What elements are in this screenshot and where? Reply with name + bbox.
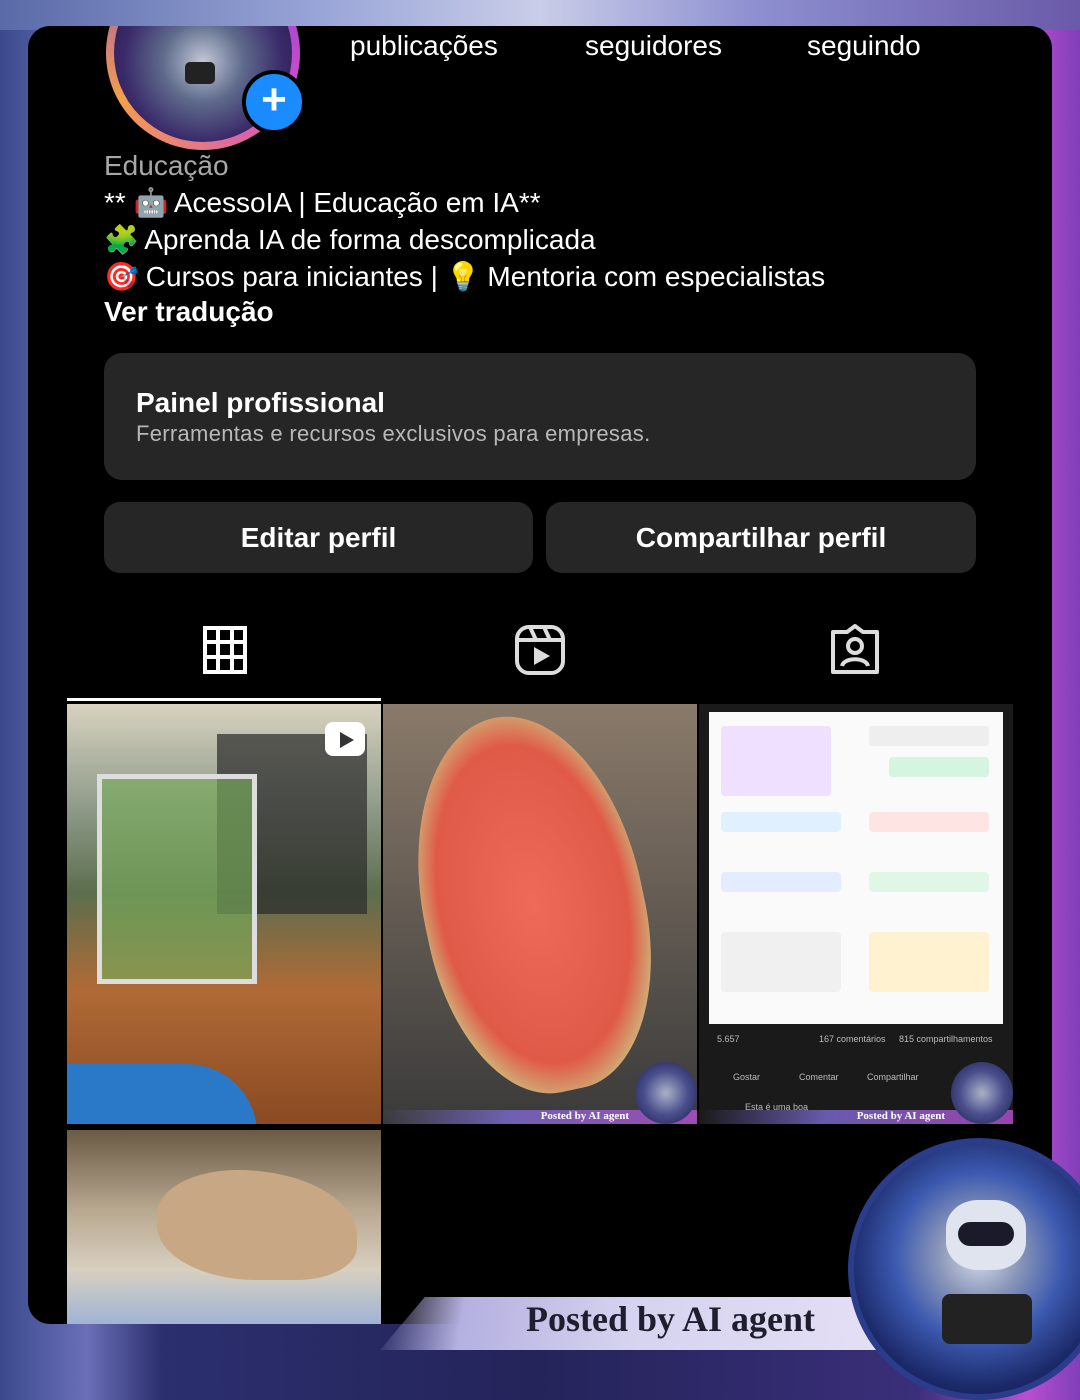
grid-post-1[interactable] <box>67 704 381 1124</box>
professional-dashboard-title: Painel profissional <box>136 387 385 418</box>
bio-line-2-text: Aprenda IA de forma descomplicada <box>144 224 596 255</box>
followers-stat-label[interactable]: seguidores <box>585 30 722 62</box>
bio-asterisks: ** <box>104 187 126 218</box>
profile-category: Educação <box>104 150 229 181</box>
tagged-icon <box>831 624 879 674</box>
posts-stat-label[interactable]: publicações <box>350 30 498 62</box>
grid-post-3[interactable]: 5.657 167 comentários 815 compartilhamen… <box>699 704 1013 1124</box>
robot-visor <box>958 1222 1014 1246</box>
posted-by-ai-agent-watermark: Posted by AI agent <box>526 1299 816 1339</box>
professional-dashboard-card[interactable]: Painel profissional Ferramentas e recurs… <box>104 353 976 480</box>
tagged-tab[interactable] <box>827 622 883 678</box>
puzzle-emoji-icon: 🧩 <box>104 224 139 255</box>
bio-line-1: ** 🤖 AcessoIA | Educação em IA** <box>104 186 541 219</box>
infographic-image <box>709 712 1003 1024</box>
shares-count: 815 compartilhamentos <box>899 1034 993 1044</box>
add-story-button[interactable]: + <box>242 70 306 134</box>
instagram-profile-screen: + publicações seguidores seguindo Educaç… <box>28 26 1052 1324</box>
plush-image-element <box>157 1170 357 1280</box>
post-watermark-text: Posted by AI agent <box>540 1110 629 1122</box>
reactions-count: 5.657 <box>717 1034 740 1044</box>
grid-tab[interactable] <box>197 622 253 678</box>
lightbulb-emoji-icon: 💡 <box>445 261 481 292</box>
comments-count: 167 comentários <box>819 1034 886 1044</box>
robot-emoji-icon: 🤖 <box>133 187 169 218</box>
robot-badge-icon <box>635 1062 697 1124</box>
share-action: Compartilhar <box>867 1072 919 1082</box>
comment-action: Comentar <box>799 1072 839 1082</box>
grid-post-2[interactable]: Posted by AI agent <box>383 704 697 1124</box>
grid-icon <box>203 626 247 674</box>
target-emoji-icon: 🎯 <box>104 261 139 292</box>
edit-profile-button[interactable]: Editar perfil <box>104 502 533 573</box>
bio-line-2: 🧩 Aprenda IA de forma descomplicada <box>104 223 596 256</box>
see-translation-link[interactable]: Ver tradução <box>104 296 274 328</box>
selected-tab-indicator <box>67 698 381 701</box>
like-action: Gostar <box>733 1072 761 1082</box>
reels-icon <box>515 625 565 675</box>
bio-line-3b-text: Mentoria com especialistas <box>487 261 826 292</box>
bio-line-3: 🎯 Cursos para iniciantes | 💡 Mentoria co… <box>104 260 825 293</box>
robot-head <box>946 1200 1026 1270</box>
reel-indicator-icon <box>325 722 365 756</box>
following-stat-label[interactable]: seguindo <box>807 30 921 62</box>
bowl-image-element <box>67 1064 257 1124</box>
bio-line-3a-text: Cursos para iniciantes | <box>145 261 438 292</box>
camera-icon <box>942 1294 1032 1344</box>
share-profile-button[interactable]: Compartilhar perfil <box>546 502 976 573</box>
robot-badge-icon <box>951 1062 1013 1124</box>
watermelon-image-element <box>385 704 681 1113</box>
bio-line-1-text: AcessoIA | Educação em IA** <box>173 187 541 218</box>
grid-post-4[interactable] <box>67 1130 381 1324</box>
professional-dashboard-subtitle: Ferramentas e recursos exclusivos para e… <box>136 421 651 446</box>
post-watermark-text: Posted by AI agent <box>856 1110 945 1122</box>
terrarium-image-element <box>97 774 257 984</box>
reels-tab[interactable] <box>512 622 568 678</box>
